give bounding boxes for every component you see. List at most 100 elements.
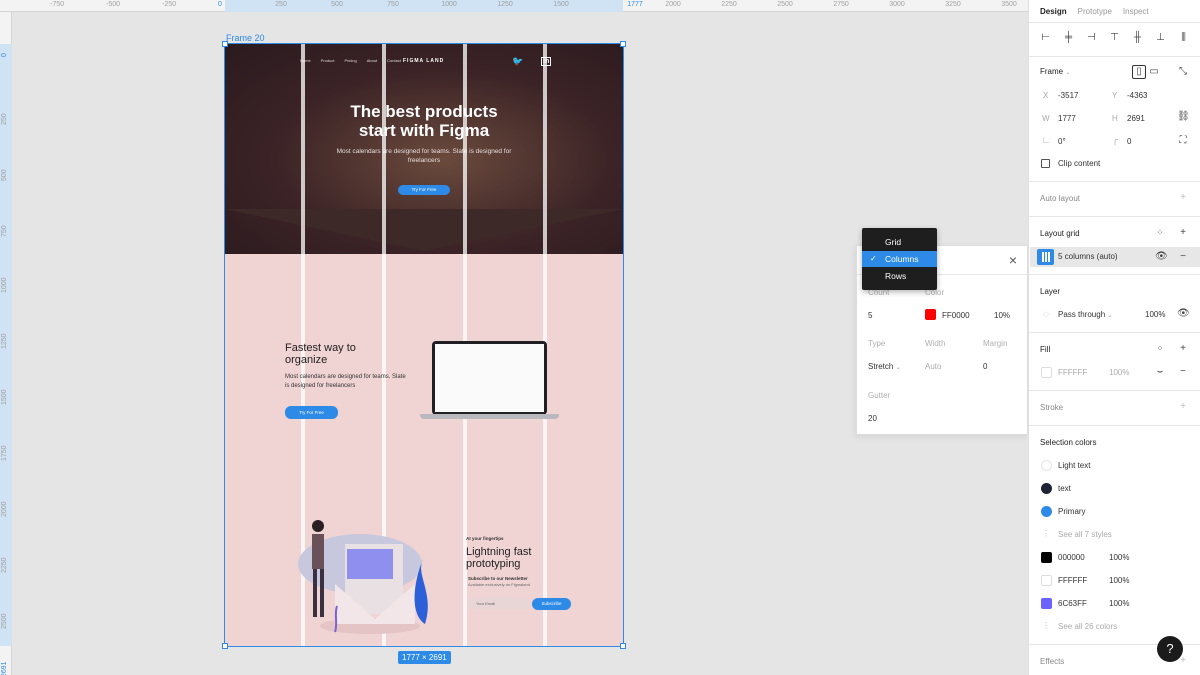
- design-frame[interactable]: Home Product Pricing About Contact FIGMA…: [224, 43, 624, 647]
- resize-handle-top-left[interactable]: [222, 41, 228, 47]
- columns-grid-icon[interactable]: [1037, 249, 1054, 265]
- frame-name-label[interactable]: Frame 20: [226, 33, 265, 43]
- grid-color-swatch[interactable]: [925, 309, 936, 320]
- close-icon[interactable]: ×: [1007, 253, 1019, 267]
- color-swatch[interactable]: [1041, 575, 1052, 586]
- plus-icon[interactable]: +: [1177, 192, 1189, 204]
- see-all-colors-link[interactable]: See all 26 colors: [1058, 622, 1117, 631]
- laptop-base: [420, 414, 559, 419]
- grid-color-opacity[interactable]: 10%: [994, 311, 1010, 320]
- margin-input[interactable]: 0: [983, 362, 987, 371]
- ruler-tick: 1750: [1, 445, 8, 461]
- color-hex[interactable]: FFFFFF: [1058, 576, 1087, 585]
- frame-type-select[interactable]: Frame ⌄: [1040, 67, 1070, 76]
- section-text: Most calendars are designed for teams. S…: [285, 374, 406, 389]
- minus-icon[interactable]: −: [1177, 366, 1189, 378]
- h-input[interactable]: 2691: [1127, 114, 1145, 123]
- color-hex[interactable]: 000000: [1058, 553, 1085, 562]
- panel-tabs: Design Prototype Inspect: [1040, 7, 1149, 16]
- corner-radius-input[interactable]: 0: [1127, 137, 1131, 146]
- minus-icon[interactable]: −: [1177, 251, 1189, 263]
- align-top-icon[interactable]: ⊤: [1108, 31, 1121, 44]
- y-input[interactable]: -4363: [1127, 91, 1147, 100]
- fill-opacity-input[interactable]: 100%: [1109, 368, 1129, 377]
- align-horizontal-center-icon[interactable]: ╪: [1062, 31, 1075, 44]
- portrait-icon[interactable]: ▯: [1132, 65, 1146, 79]
- align-right-icon[interactable]: ⊣: [1085, 31, 1098, 44]
- layer-opacity-input[interactable]: 100%: [1145, 310, 1165, 319]
- dropdown-option-columns[interactable]: ✓ Columns: [862, 251, 937, 267]
- plus-icon[interactable]: +: [1177, 227, 1189, 239]
- fill-hex-input[interactable]: FFFFFF: [1058, 368, 1087, 377]
- constrain-proportions-icon[interactable]: ⛓: [1177, 111, 1190, 123]
- gutter-input[interactable]: 20: [868, 414, 877, 423]
- type-select[interactable]: Stretch ⌄: [868, 362, 901, 371]
- ruler-tick: 2750: [833, 1, 849, 8]
- layout-grid-item-label: 5 columns (auto): [1058, 252, 1118, 261]
- independent-corners-icon[interactable]: ⛶: [1177, 135, 1189, 147]
- style-name[interactable]: Light text: [1058, 461, 1090, 470]
- alignment-toolbar: ⊢ ╪ ⊣ ⊤ ╫ ⊥ ⫼: [1039, 31, 1190, 44]
- color-swatch[interactable]: [1041, 552, 1052, 563]
- align-bottom-icon[interactable]: ⊥: [1154, 31, 1167, 44]
- distribute-icon[interactable]: ⫼: [1177, 31, 1190, 44]
- chevron-down-icon: ⌄: [1107, 313, 1113, 319]
- fill-color-swatch[interactable]: [1041, 367, 1052, 378]
- blend-mode-select[interactable]: Pass through ⌄: [1058, 310, 1112, 319]
- margin-label: Margin: [983, 339, 1008, 348]
- resize-handle-bottom-right[interactable]: [620, 643, 626, 649]
- section-title-line: Lightning fast: [466, 546, 532, 558]
- layer-heading: Layer: [1040, 287, 1061, 296]
- hero-subtitle: Most calendars are designed for teams. S…: [336, 148, 512, 164]
- fill-styles-icon[interactable]: ⁘: [1154, 343, 1166, 355]
- plus-icon[interactable]: +: [1177, 401, 1189, 413]
- plus-icon[interactable]: +: [1177, 343, 1189, 355]
- resize-to-fit-icon[interactable]: ⤡: [1177, 66, 1189, 78]
- fill-heading: Fill: [1040, 345, 1051, 354]
- clip-content-checkbox[interactable]: [1041, 159, 1050, 168]
- style-name[interactable]: text: [1058, 484, 1071, 493]
- color-hex[interactable]: 6C63FF: [1058, 599, 1087, 608]
- frame-size-badge: 1777 × 2691: [398, 651, 451, 664]
- tab-inspect[interactable]: Inspect: [1123, 7, 1149, 16]
- eye-icon[interactable]: 👁: [1177, 308, 1190, 320]
- color-opacity[interactable]: 100%: [1109, 599, 1129, 608]
- landscape-icon[interactable]: ▭: [1148, 66, 1160, 78]
- newsletter-illustration: [298, 520, 428, 634]
- ruler-tick: 2000: [665, 1, 681, 8]
- resize-handle-bottom-left[interactable]: [222, 643, 228, 649]
- layout-grid-item[interactable]: 5 columns (auto) 👁 −: [1030, 247, 1200, 267]
- x-input[interactable]: -3517: [1058, 91, 1078, 100]
- mockup-logo: FIGMA LAND: [403, 58, 445, 64]
- grid-styles-icon[interactable]: ⁘: [1154, 227, 1166, 239]
- eye-icon[interactable]: 👁: [1155, 251, 1168, 263]
- resize-handle-top-right[interactable]: [620, 41, 626, 47]
- ruler-tick: -750: [49, 1, 65, 8]
- effects-heading: Effects: [1040, 657, 1065, 666]
- grid-color-hex[interactable]: FF0000: [942, 311, 970, 320]
- color-opacity[interactable]: 100%: [1109, 576, 1129, 585]
- color-opacity[interactable]: 100%: [1109, 553, 1129, 562]
- ruler-tick: 2000: [1, 501, 8, 517]
- see-all-styles-link[interactable]: See all 7 styles: [1058, 530, 1112, 539]
- layout-grid-heading: Layout grid: [1040, 229, 1080, 238]
- count-input[interactable]: 5: [868, 311, 872, 320]
- w-input[interactable]: 1777: [1058, 114, 1076, 123]
- rotation-input[interactable]: 0°: [1058, 137, 1066, 146]
- color-swatch[interactable]: [1041, 598, 1052, 609]
- width-input[interactable]: Auto: [925, 362, 941, 371]
- eye-closed-icon[interactable]: ⌣: [1154, 366, 1166, 378]
- dropdown-option-grid[interactable]: Grid: [862, 234, 937, 250]
- ruler-tick: -250: [161, 1, 177, 8]
- ruler-tick: 2250: [1, 557, 8, 573]
- tab-prototype[interactable]: Prototype: [1078, 7, 1112, 16]
- tab-design[interactable]: Design: [1040, 7, 1067, 16]
- align-left-icon[interactable]: ⊢: [1039, 31, 1052, 44]
- style-name[interactable]: Primary: [1058, 507, 1086, 516]
- twitter-icon: 🐦: [512, 56, 524, 66]
- help-button[interactable]: ?: [1157, 636, 1183, 662]
- align-vertical-center-icon[interactable]: ╫: [1131, 31, 1144, 44]
- divider: [1029, 274, 1200, 275]
- dropdown-option-rows[interactable]: Rows: [862, 268, 937, 284]
- ruler-tick: 500: [331, 1, 343, 8]
